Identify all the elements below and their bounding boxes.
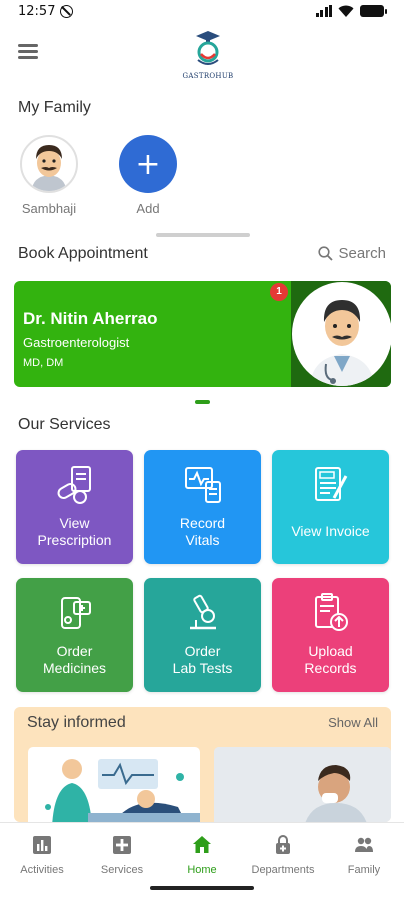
nav-family[interactable]: Family — [324, 835, 404, 876]
news-card[interactable] — [214, 747, 391, 822]
carousel-indicator — [195, 400, 210, 404]
order-medicines-tile[interactable]: Order Medicines — [16, 578, 133, 692]
status-bar: 12:57 — [0, 0, 404, 26]
notification-badge: 1 — [270, 283, 288, 301]
tile-label: View Prescription — [37, 515, 112, 548]
my-family-title: My Family — [18, 99, 91, 116]
sick-person-photo-icon — [214, 747, 391, 822]
menu-icon[interactable] — [18, 44, 38, 59]
search-icon — [318, 246, 334, 261]
doctor-avatar-icon — [310, 300, 374, 386]
search-label: Search — [338, 245, 386, 262]
status-icons — [315, 5, 387, 17]
hospital-illustration-icon — [45, 759, 200, 822]
signal-icon — [315, 5, 332, 17]
family-member-avatar[interactable] — [20, 135, 78, 193]
nav-label: Activities — [20, 864, 64, 876]
man-avatar-icon — [32, 145, 66, 191]
nav-activities[interactable]: Activities — [2, 835, 82, 876]
stay-informed-section: Stay informed Show All — [14, 707, 391, 822]
record-vitals-tile[interactable]: Record Vitals — [144, 450, 261, 564]
upload-records-tile[interactable]: Upload Records — [272, 578, 389, 692]
tile-label: Upload Records — [304, 643, 357, 676]
wifi-icon — [338, 5, 354, 17]
status-time: 12:57 — [18, 4, 56, 19]
home-icon — [193, 836, 211, 853]
services-plus-icon — [113, 836, 131, 854]
nav-home[interactable]: Home — [162, 835, 242, 876]
doctor-card[interactable]: Dr. Nitin Aherrao Gastroenterologist MD,… — [14, 281, 391, 387]
nav-label: Departments — [251, 864, 315, 876]
invoice-icon — [315, 467, 348, 501]
nav-departments[interactable]: Departments — [243, 835, 323, 876]
battery-icon — [360, 5, 387, 17]
doctor-name: Dr. Nitin Aherrao — [23, 309, 158, 328]
do-not-disturb-icon — [60, 5, 73, 18]
nav-label: Home — [187, 864, 217, 876]
doctor-avatar — [292, 282, 391, 386]
tile-label: View Invoice — [291, 523, 370, 539]
nav-services[interactable]: Services — [82, 835, 162, 876]
prescription-icon — [57, 466, 91, 504]
news-card[interactable] — [28, 747, 200, 822]
view-invoice-tile[interactable]: View Invoice — [272, 450, 389, 564]
nav-label: Services — [100, 864, 144, 876]
scroll-handle — [156, 233, 250, 237]
departments-icon — [276, 835, 290, 854]
medicines-icon — [61, 597, 91, 629]
gastrohub-logo-icon — [196, 31, 220, 65]
family-member-name: Sambhaji — [21, 201, 77, 216]
doctor-degree: MD, DM — [23, 357, 64, 369]
search-button[interactable]: Search — [318, 245, 386, 262]
nav-label: Family — [347, 864, 381, 876]
doctor-specialty: Gastroenterologist — [23, 335, 130, 350]
vitals-icon — [185, 467, 221, 503]
add-label: Add — [136, 201, 160, 216]
plus-icon: + — [135, 146, 161, 182]
tile-label: Record Vitals — [179, 515, 226, 548]
view-prescription-tile[interactable]: View Prescription — [16, 450, 133, 564]
tile-label: Order Medicines — [42, 643, 107, 676]
add-family-button[interactable]: + — [119, 135, 177, 193]
stay-informed-title: Stay informed — [27, 714, 126, 731]
activities-icon — [33, 836, 51, 854]
microscope-icon — [190, 594, 216, 630]
app-logo: GASTROHUB — [178, 30, 238, 82]
logo-text: GASTROHUB — [182, 72, 234, 80]
show-all-link[interactable]: Show All — [328, 715, 378, 730]
upload-records-icon — [315, 593, 348, 631]
our-services-title: Our Services — [18, 416, 111, 433]
book-appointment-title: Book Appointment — [18, 245, 148, 262]
gesture-bar — [150, 886, 254, 890]
order-lab-tests-tile[interactable]: Order Lab Tests — [144, 578, 261, 692]
family-icon — [355, 837, 373, 852]
tile-label: Order Lab Tests — [172, 643, 233, 676]
